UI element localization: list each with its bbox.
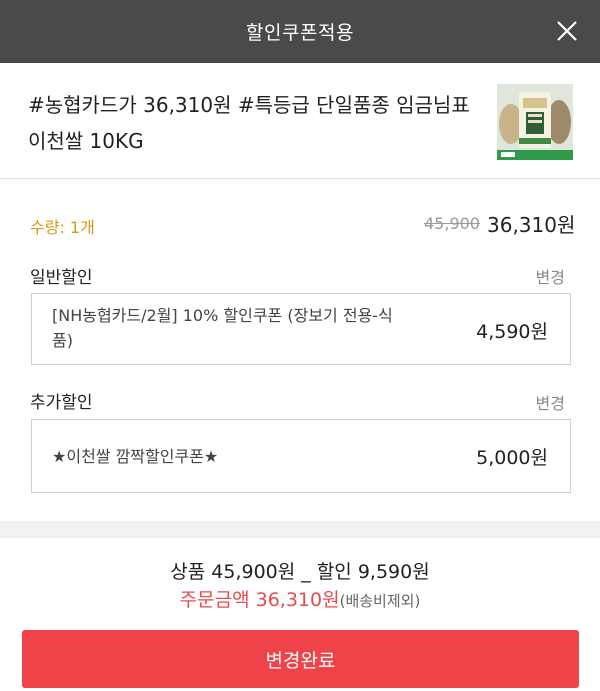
general-discount-label: 일반할인 xyxy=(30,268,93,288)
close-icon[interactable] xyxy=(556,20,578,42)
general-coupon-name-line2: 품) xyxy=(52,331,73,350)
discount-body: 수량: 1개 45,900 36,310원 일반할인 변경 [NH농협카드/2월… xyxy=(0,179,600,521)
general-coupon-box[interactable]: [NH농협카드/2월] 10% 할인쿠폰 (장보기 전용-식 품) 4,590원 xyxy=(31,293,571,365)
rice-bag-image xyxy=(497,84,573,160)
quantity-label: 수량: 1개 xyxy=(30,218,95,237)
extra-discount-change-button[interactable]: 변경 xyxy=(536,390,565,414)
order-total-amount: 주문금액 36,310원 xyxy=(179,589,340,611)
section-divider xyxy=(0,521,600,538)
extra-coupon-amount: 5,000원 xyxy=(476,447,548,469)
original-price: 45,900 xyxy=(424,214,480,233)
general-coupon-name-line1: [NH농협카드/2월] 10% 할인쿠폰 (장보기 전용-식 xyxy=(52,306,393,325)
extra-coupon-name: ★이천쌀 깜짝할인쿠폰★ xyxy=(52,447,219,466)
product-thumbnail xyxy=(497,84,573,160)
general-coupon-name: [NH농협카드/2월] 10% 할인쿠폰 (장보기 전용-식 품) xyxy=(52,303,452,353)
extra-coupon-box[interactable]: ★이천쌀 깜짝할인쿠폰★ 5,000원 xyxy=(31,419,571,493)
product-info: #농협카드가 36,310원 #특등급 단일품종 임금님표 이천쌀 10KG xyxy=(0,63,600,179)
price-summary: 상품 45,900원 _ 할인 9,590원 xyxy=(170,561,430,583)
modal-header: 할인쿠폰적용 xyxy=(0,0,600,63)
general-coupon-amount: 4,590원 xyxy=(476,321,548,343)
extra-discount-label: 추가할인 xyxy=(30,393,93,413)
order-total: 주문금액 36,310원(배송비제외) xyxy=(0,585,600,612)
modal-title: 할인쿠폰적용 xyxy=(246,22,354,44)
sale-price: 36,310원 xyxy=(487,213,576,237)
general-discount-change-button[interactable]: 변경 xyxy=(536,264,565,288)
shipping-note: (배송비제외) xyxy=(339,592,421,610)
product-name: #농협카드가 36,310원 #특등급 단일품종 임금님표 이천쌀 10KG xyxy=(28,93,470,153)
confirm-change-button[interactable]: 변경완료 xyxy=(22,630,579,688)
